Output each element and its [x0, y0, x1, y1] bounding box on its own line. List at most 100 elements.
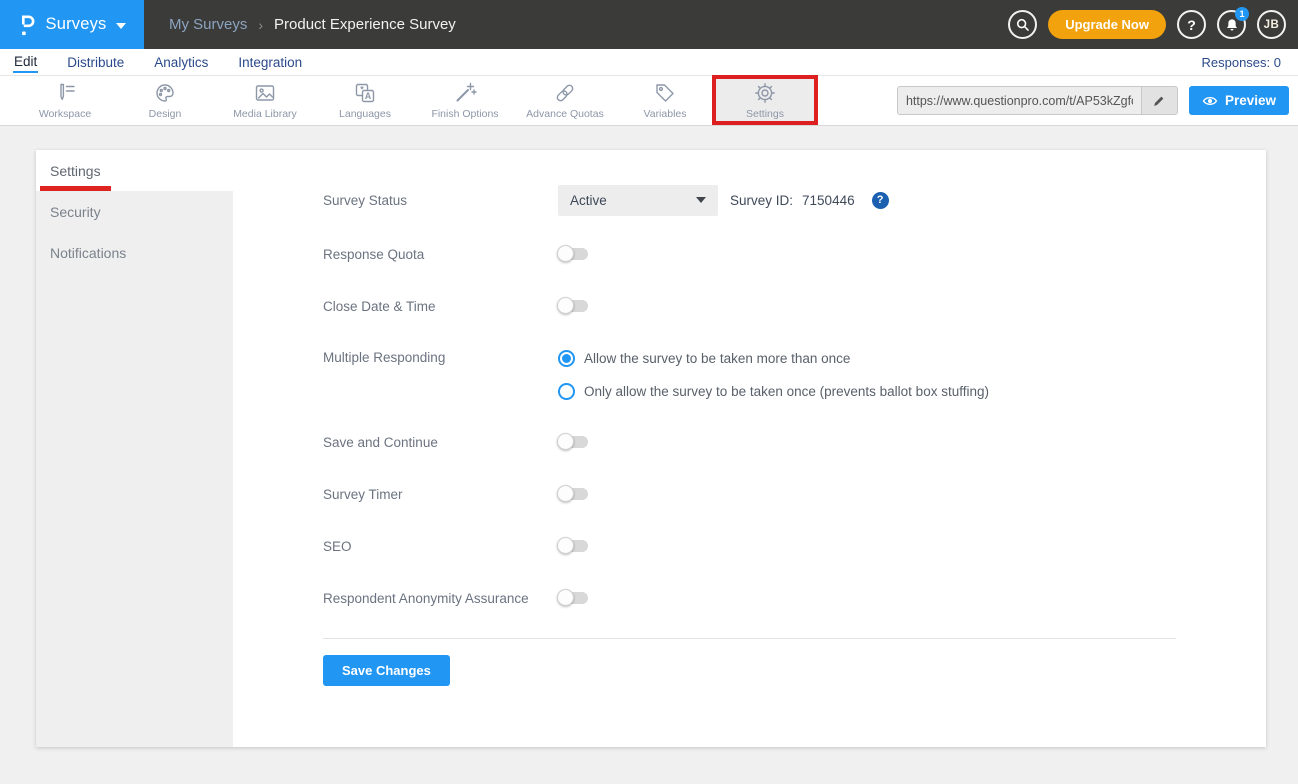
sidebar-item-security[interactable]: Security: [36, 191, 233, 232]
settings-gear-icon: [753, 81, 777, 105]
response-quota-row: Response Quota: [323, 242, 1176, 266]
toolbar-item-workspace[interactable]: Workspace: [15, 76, 115, 125]
toolbar-item-label: Variables: [644, 108, 687, 120]
seo-toggle[interactable]: [558, 540, 588, 552]
settings-card: Settings Security Notifications Survey S…: [36, 150, 1266, 747]
radio-unselected-icon: [558, 383, 575, 400]
preview-button[interactable]: Preview: [1189, 86, 1289, 115]
toggle-knob: [557, 485, 574, 502]
preview-label: Preview: [1225, 93, 1276, 108]
languages-icon: * A: [353, 81, 377, 105]
header-actions: Upgrade Now ? 1 JB: [1008, 10, 1298, 39]
toggle-knob: [557, 245, 574, 262]
breadcrumb-my-surveys[interactable]: My Surveys: [169, 16, 247, 33]
advance-quotas-icon: [553, 81, 577, 105]
chevron-down-icon: [116, 23, 126, 29]
sidebar-item-notifications[interactable]: Notifications: [36, 232, 233, 273]
workspace-icon: [53, 81, 77, 105]
toolbar-item-label: Advance Quotas: [526, 108, 604, 120]
chevron-down-icon: [696, 197, 706, 203]
seo-label: SEO: [323, 539, 558, 554]
sidebar-panel: Security Notifications: [36, 191, 233, 747]
survey-status-row: Survey Status Active Survey ID: 7150446 …: [323, 184, 1176, 216]
toolbar-item-finish-options[interactable]: Finish Options: [415, 76, 515, 125]
multiple-responding-options: Allow the survey to be taken more than o…: [558, 346, 989, 403]
survey-url-input[interactable]: [898, 87, 1141, 114]
share-url-group: Preview: [897, 76, 1298, 125]
survey-timer-row: Survey Timer: [323, 482, 1176, 506]
survey-status-value: Active: [570, 193, 607, 208]
page-title: Product Experience Survey: [274, 16, 456, 33]
variables-icon: [653, 81, 677, 105]
search-button[interactable]: [1008, 10, 1037, 39]
tab-analytics[interactable]: Analytics: [153, 52, 209, 72]
toolbar-item-label: Settings: [746, 108, 784, 120]
design-icon: [153, 81, 177, 105]
radio-option-allow-multiple[interactable]: Allow the survey to be taken more than o…: [558, 346, 989, 370]
response-quota-toggle[interactable]: [558, 248, 588, 260]
response-quota-label: Response Quota: [323, 247, 558, 262]
survey-id-help-icon[interactable]: ?: [872, 192, 889, 209]
survey-timer-label: Survey Timer: [323, 487, 558, 502]
radio-option-only-once[interactable]: Only allow the survey to be taken once (…: [558, 379, 989, 403]
responses-count: Responses: 0: [1202, 55, 1298, 70]
close-date-time-row: Close Date & Time: [323, 294, 1176, 318]
save-and-continue-row: Save and Continue: [323, 430, 1176, 454]
respondent-anonymity-toggle[interactable]: [558, 592, 588, 604]
eye-icon: [1202, 93, 1218, 109]
save-and-continue-label: Save and Continue: [323, 435, 558, 450]
toolbar-item-variables[interactable]: Variables: [615, 76, 715, 125]
close-date-time-toggle[interactable]: [558, 300, 588, 312]
toolbar-item-settings[interactable]: Settings: [715, 76, 815, 125]
survey-url-box: [897, 86, 1178, 115]
tab-integration[interactable]: Integration: [237, 52, 303, 72]
question-mark-glyph: ?: [877, 194, 884, 206]
section-tabs: Edit Distribute Analytics Integration Re…: [0, 49, 1298, 76]
survey-timer-toggle[interactable]: [558, 488, 588, 500]
multiple-responding-label: Multiple Responding: [323, 346, 558, 365]
toolbar-item-languages[interactable]: * A Languages: [315, 76, 415, 125]
sidebar-item-label: Security: [50, 204, 101, 220]
questionpro-logo-icon: [18, 12, 36, 38]
survey-status-select[interactable]: Active: [558, 185, 718, 216]
radio-option-label: Only allow the survey to be taken once (…: [584, 384, 989, 399]
save-changes-button[interactable]: Save Changes: [323, 655, 450, 686]
avatar-initials: JB: [1264, 19, 1280, 31]
settings-form: Survey Status Active Survey ID: 7150446 …: [233, 150, 1266, 747]
toggle-knob: [557, 433, 574, 450]
form-divider: [323, 638, 1176, 639]
radio-selected-icon: [558, 350, 575, 367]
respondent-anonymity-label: Respondent Anonymity Assurance: [323, 591, 558, 606]
toggle-knob: [557, 589, 574, 606]
sidebar-item-settings[interactable]: Settings: [36, 150, 233, 191]
breadcrumb: My Surveys › Product Experience Survey: [169, 16, 456, 33]
notifications-button[interactable]: 1: [1217, 10, 1246, 39]
toolbar-item-label: Workspace: [39, 108, 91, 120]
save-and-continue-toggle[interactable]: [558, 436, 588, 448]
product-switcher[interactable]: Surveys: [0, 0, 144, 49]
finish-options-icon: [453, 81, 477, 105]
search-icon: [1014, 16, 1031, 33]
tab-distribute[interactable]: Distribute: [66, 52, 125, 72]
product-label: Surveys: [45, 15, 106, 34]
upgrade-now-button[interactable]: Upgrade Now: [1048, 10, 1166, 39]
user-avatar[interactable]: JB: [1257, 10, 1286, 39]
settings-sidebar: Settings Security Notifications: [36, 150, 233, 747]
top-header: Surveys My Surveys › Product Experience …: [0, 0, 1298, 49]
page-background: Settings Security Notifications Survey S…: [0, 150, 1298, 784]
toolbar-item-label: Languages: [339, 108, 391, 120]
toolbar-item-design[interactable]: Design: [115, 76, 215, 125]
red-underline-annotation: [40, 186, 111, 191]
edit-url-button[interactable]: [1141, 87, 1177, 114]
toolbar-item-label: Finish Options: [431, 108, 498, 120]
toolbar-item-media-library[interactable]: Media Library: [215, 76, 315, 125]
survey-id-label: Survey ID:: [730, 193, 793, 208]
tab-edit[interactable]: Edit: [13, 51, 38, 73]
survey-id-value: 7150446: [802, 193, 855, 208]
pencil-icon: [1152, 94, 1166, 108]
multiple-responding-row: Multiple Responding Allow the survey to …: [323, 346, 1176, 403]
help-button[interactable]: ?: [1177, 10, 1206, 39]
notification-badge: 1: [1235, 7, 1249, 21]
toggle-knob: [557, 297, 574, 314]
toolbar-item-advance-quotas[interactable]: Advance Quotas: [515, 76, 615, 125]
